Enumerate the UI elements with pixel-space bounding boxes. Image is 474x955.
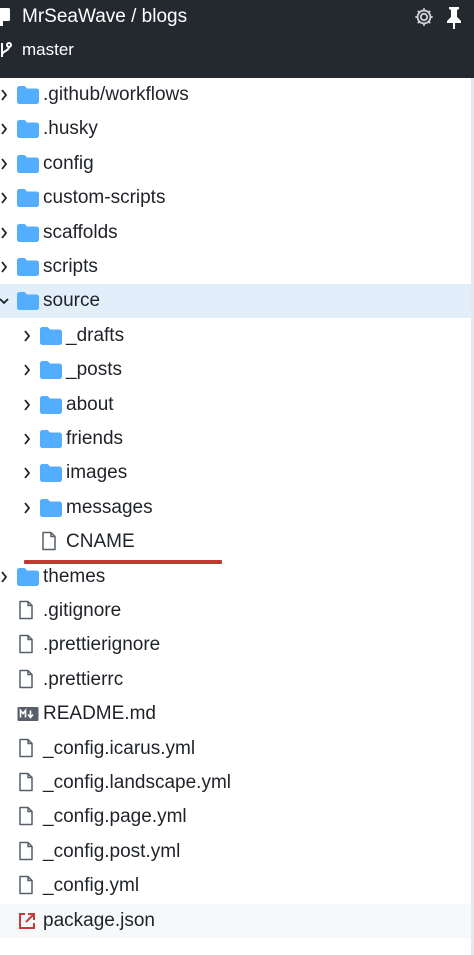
tree-folder-row[interactable]: .github/workflows (0, 78, 474, 112)
folder-icon (17, 223, 39, 242)
tree-item-label[interactable]: images (66, 462, 127, 484)
tree-item-label[interactable]: _config.landscape.yml (43, 772, 231, 794)
tree-item-label[interactable]: scaffolds (43, 222, 118, 244)
file-icon (42, 531, 56, 551)
repo-row[interactable]: MrSeaWave / blogs (0, 0, 474, 36)
tree-folder-row[interactable]: _drafts (0, 319, 474, 353)
tree-file-row[interactable]: package.json (0, 903, 474, 938)
chevron-right-icon (1, 158, 8, 170)
tree-item-label[interactable]: .husky (43, 118, 98, 140)
tree-file-row[interactable]: .prettierignore (0, 628, 474, 662)
tree-header: MrSeaWave / blogs master (0, 0, 474, 78)
file-icon (19, 841, 33, 861)
pin-icon[interactable] (444, 5, 464, 29)
chevron-right-icon (24, 433, 31, 445)
chevron-right-icon (24, 502, 31, 514)
folder-icon (40, 326, 62, 345)
chevron-right-icon (1, 571, 8, 583)
folder-icon (17, 258, 39, 276)
tree-file-row[interactable]: README.md (0, 697, 474, 731)
tree-folder-row[interactable]: about (0, 388, 474, 422)
tree-file-row[interactable]: _config.yml (0, 869, 474, 903)
file-icon (19, 635, 33, 654)
tree-file-row[interactable]: .gitignore (0, 594, 474, 628)
tree-item-label[interactable]: package.json (43, 910, 155, 932)
tree-item-label[interactable]: _drafts (66, 325, 124, 347)
branch-name[interactable]: master (22, 40, 74, 60)
chevron-right-icon (1, 89, 8, 101)
folder-icon (40, 430, 62, 448)
tree-item-label[interactable]: _config.page.yml (43, 806, 187, 828)
chevron-right-icon (24, 330, 31, 342)
chevron-right-icon (24, 364, 31, 376)
tree-item-label[interactable]: CNAME (66, 531, 135, 553)
chevron-down-icon (0, 298, 9, 305)
tree-item-label[interactable]: source (43, 290, 100, 312)
file-icon (19, 772, 33, 792)
tree-item-label[interactable]: .prettierignore (43, 634, 160, 656)
folder-icon (17, 120, 39, 139)
highlight-underline (24, 560, 222, 564)
tree-item-label[interactable]: README.md (43, 703, 156, 725)
tree-folder-row[interactable]: images (0, 456, 474, 490)
file-icon (19, 807, 33, 826)
tree-item-label[interactable]: .gitignore (43, 600, 121, 622)
folder-icon (17, 189, 39, 208)
repo-icon (0, 8, 10, 26)
folder-icon (17, 292, 39, 311)
tree-folder-row[interactable]: messages (0, 491, 474, 525)
tree-item-label[interactable]: _config.yml (43, 875, 139, 897)
file-icon (19, 669, 33, 689)
tree-folder-row[interactable]: .husky (0, 112, 474, 146)
tree-file-row[interactable]: _config.page.yml (0, 800, 474, 834)
folder-icon (40, 464, 62, 483)
branch-row[interactable]: master (0, 38, 300, 62)
markdown-icon (17, 707, 39, 722)
folder-icon (17, 86, 39, 104)
chevron-right-icon (1, 261, 8, 273)
tree-item-label[interactable]: .prettierrc (43, 669, 123, 691)
file-icon (19, 738, 33, 757)
tree-file-row[interactable]: CNAME (0, 525, 474, 559)
tree-folder-row[interactable]: config (0, 147, 474, 181)
tree-file-row[interactable]: _config.icarus.yml (0, 732, 474, 766)
tree-item-label[interactable]: custom-scripts (43, 187, 165, 209)
tree-folder-row[interactable]: themes (0, 560, 474, 594)
file-icon (19, 600, 33, 620)
tree-item-label[interactable]: scripts (43, 256, 98, 278)
folder-icon (17, 154, 39, 173)
tree-folder-row[interactable]: scripts (0, 250, 474, 284)
tree-folder-row[interactable]: _posts (0, 353, 474, 387)
repo-title[interactable]: MrSeaWave / blogs (22, 6, 187, 28)
tree-file-row[interactable]: _config.post.yml (0, 835, 474, 869)
folder-icon (40, 395, 62, 414)
tree-item-label[interactable]: _config.icarus.yml (43, 738, 195, 760)
tree-file-row[interactable]: _config.landscape.yml (0, 766, 474, 800)
tree-item-label[interactable]: config (43, 153, 94, 175)
tree-folder-row[interactable]: source (0, 284, 474, 319)
tree-file-row[interactable]: .prettierrc (0, 663, 474, 697)
gear-icon[interactable] (413, 6, 435, 28)
tree-item-label[interactable]: _posts (66, 359, 122, 381)
git-branch-icon (1, 42, 12, 57)
tree-item-label[interactable]: .github/workflows (43, 84, 189, 106)
external-link-icon (19, 912, 35, 929)
folder-icon (40, 361, 62, 380)
folder-icon (40, 498, 62, 517)
tree-folder-row[interactable]: custom-scripts (0, 181, 474, 215)
tree-folder-row[interactable]: scaffolds (0, 216, 474, 250)
tree-item-label[interactable]: friends (66, 428, 123, 450)
tree-item-label[interactable]: about (66, 394, 114, 416)
tree-item-label[interactable]: messages (66, 497, 153, 519)
chevron-right-icon (1, 227, 8, 239)
tree-folder-row[interactable]: friends (0, 422, 474, 456)
tree-item-label[interactable]: _config.post.yml (43, 841, 180, 863)
file-icon (19, 875, 33, 895)
chevron-right-icon (1, 123, 8, 135)
chevron-right-icon (1, 192, 8, 204)
tree-item-label[interactable]: themes (43, 566, 105, 588)
chevron-right-icon (24, 399, 31, 411)
chevron-right-icon (24, 467, 31, 479)
folder-icon (17, 567, 39, 586)
